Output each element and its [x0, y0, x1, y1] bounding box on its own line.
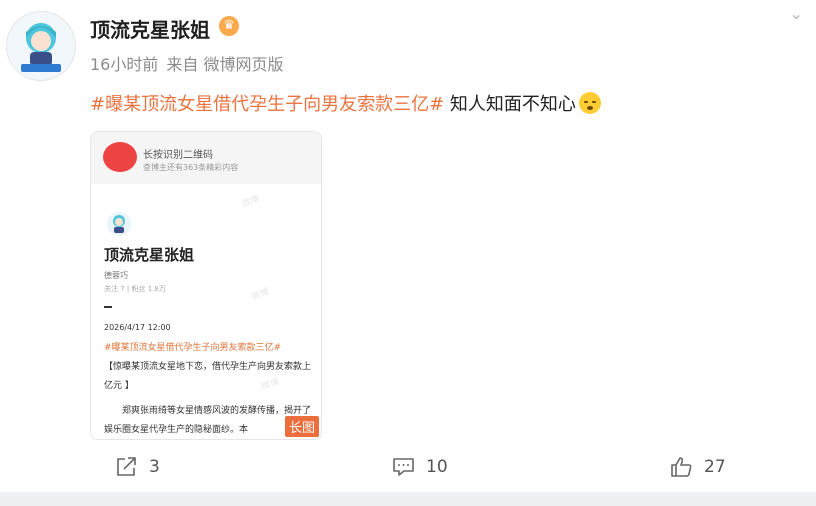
comment-button[interactable]: 10	[392, 454, 448, 480]
qr-title: 长按识别二维码	[143, 150, 213, 161]
weibo-post-card: ⌄ 顶流克星张姐 ♛ 16小时前 来自 微博网页版 #曝某顶流女星借代孕生子向男友…	[0, 0, 816, 492]
qr-subtitle: 查博主还有363条精彩内容	[143, 163, 239, 172]
inner-date: 2026/4/17 12:00	[104, 323, 171, 332]
topic-link[interactable]: #曝某顶流女星借代孕生子向男友索款三亿#	[90, 94, 444, 115]
inner-avatar-image	[113, 215, 125, 233]
watermark: 微博	[250, 287, 271, 303]
feed-separator	[0, 492, 816, 506]
post-text: #曝某顶流女星借代孕生子向男友索款三亿# 知人知面不知心	[90, 90, 601, 116]
qr-banner: 长按识别二维码 查博主还有363条精彩内容	[91, 132, 321, 184]
post-time[interactable]: 16小时前	[90, 55, 158, 74]
post-meta: 16小时前 来自 微博网页版	[90, 51, 291, 75]
share-count: 3	[149, 457, 160, 477]
inner-divider	[104, 306, 112, 308]
long-image-thumbnail[interactable]: 长按识别二维码 查博主还有363条精彩内容 微博 微博 微博 顶流克星张姐 德蓉…	[90, 131, 322, 440]
upside-down-face-icon	[578, 92, 601, 114]
comment-count: 10	[426, 457, 448, 477]
thumbs-up-icon	[671, 457, 692, 477]
crown-icon: ♛	[219, 16, 239, 36]
red-redaction-blob	[103, 142, 137, 172]
inner-topic: #曝某顶流女星借代孕生子向男友索款三亿#	[104, 343, 282, 353]
watermark: 微博	[240, 194, 261, 210]
inner-body-1: 【惊曝某顶流女星地下恋，借代孕生产向男友索款上亿元 】	[104, 362, 312, 391]
share-icon	[117, 457, 136, 476]
inner-stats: 关注 7 | 粉丝 1.8万	[104, 285, 166, 293]
inner-name: 顶流克星张姐	[104, 246, 195, 264]
avatar[interactable]	[6, 11, 76, 81]
comment-icon	[393, 458, 414, 476]
inner-handle: 德蓉巧	[104, 271, 128, 280]
like-count: 27	[704, 457, 726, 477]
share-button[interactable]: 3	[115, 454, 160, 480]
post-body-text: 知人知面不知心	[444, 94, 576, 115]
inner-avatar	[107, 212, 131, 236]
long-image-tag: 长图	[284, 416, 319, 437]
avatar-image	[21, 23, 61, 72]
more-options-icon[interactable]: ⌄	[790, 4, 804, 23]
username[interactable]: 顶流克星张姐	[90, 14, 210, 43]
inner-body-2: 郑爽张雨绮等女星情感风波的发酵传播，揭开了娱乐圈女星代孕生产的隐秘面纱。本	[104, 406, 312, 435]
like-button[interactable]: 27	[670, 454, 726, 480]
post-source: 来自 微博网页版	[166, 55, 284, 74]
